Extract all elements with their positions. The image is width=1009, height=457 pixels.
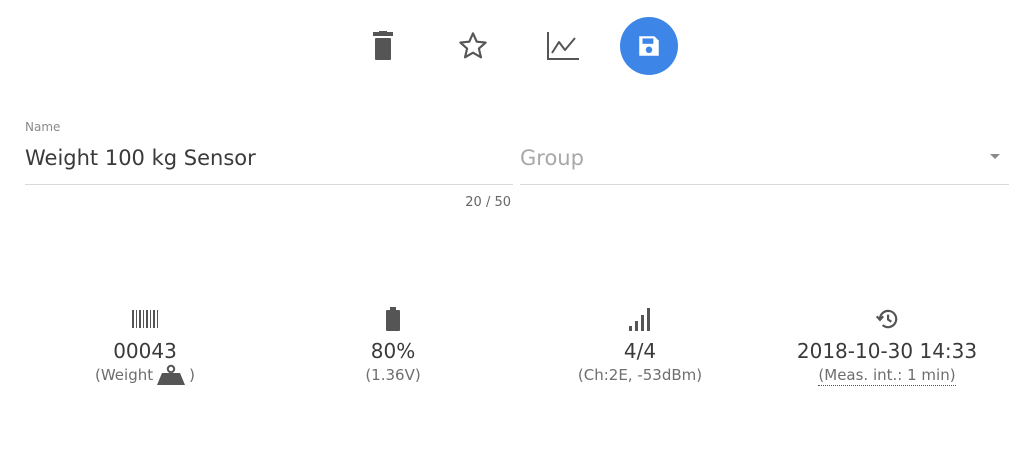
stat-sensor-id: 00043 (Weight ) (25, 300, 265, 386)
favorite-button[interactable] (440, 13, 506, 79)
character-counter: 20 / 50 (465, 195, 511, 210)
signal-value: 4/4 (623, 339, 657, 363)
timestamp-value: 2018-10-30 14:33 (796, 339, 978, 363)
measurement-interval[interactable]: (Meas. int.: 1 min) (818, 365, 956, 386)
sensor-id-value: 00043 (113, 339, 177, 363)
signal-bars-icon (629, 308, 650, 331)
signal-details: (Ch:2E, -53dBm) (577, 366, 703, 384)
sensor-type-suffix: ) (189, 366, 195, 384)
sensor-type-prefix: (Weight (95, 366, 154, 384)
save-button-circle (620, 17, 678, 75)
line-chart-icon (547, 32, 579, 60)
name-field[interactable]: Name Weight 100 kg Sensor 20 / 50 (25, 118, 513, 210)
stat-battery: 80% (1.36V) (273, 300, 513, 386)
name-input[interactable]: Weight 100 kg Sensor (25, 140, 513, 176)
toolbar (0, 13, 1009, 79)
group-select[interactable]: Group (520, 140, 1009, 185)
star-outline-icon (459, 32, 487, 59)
dropdown-arrow-icon[interactable] (990, 154, 1000, 159)
name-label: Name (25, 120, 61, 134)
group-underline (520, 184, 1009, 185)
save-icon (639, 36, 659, 56)
trash-icon (373, 31, 393, 60)
chart-button[interactable] (530, 13, 596, 79)
battery-icon (386, 307, 400, 331)
history-icon (875, 309, 898, 329)
battery-value: 80% (370, 339, 416, 363)
name-underline (25, 184, 513, 185)
save-button[interactable] (616, 13, 682, 79)
stat-last-measurement: 2018-10-30 14:33 (Meas. int.: 1 min) (767, 300, 1007, 386)
battery-voltage: (1.36V) (365, 366, 421, 384)
stat-signal: 4/4 (Ch:2E, -53dBm) (520, 300, 760, 386)
weight-icon (157, 364, 186, 385)
barcode-icon (132, 310, 158, 328)
delete-button[interactable] (350, 13, 416, 79)
group-placeholder: Group (520, 146, 584, 170)
